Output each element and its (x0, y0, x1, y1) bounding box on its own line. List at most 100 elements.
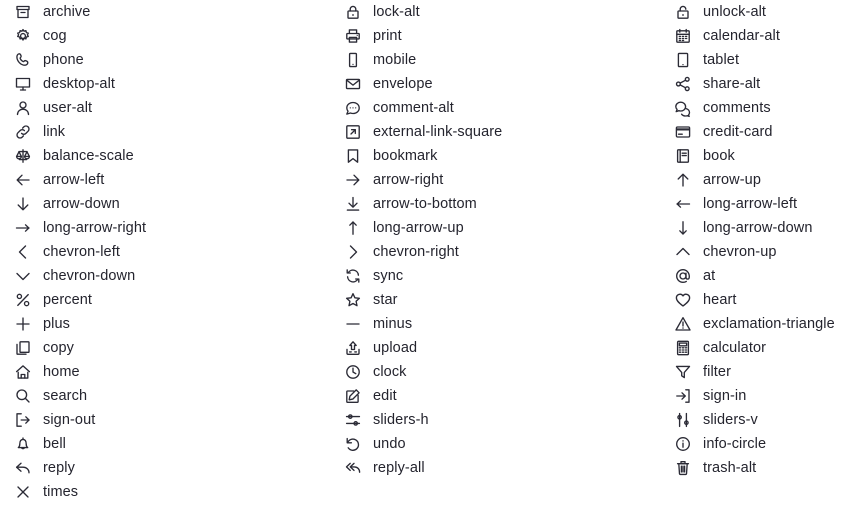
chevron-left-icon (12, 242, 34, 262)
icon-name-label: arrow-right (373, 172, 444, 188)
icon-name-label: sync (373, 268, 404, 284)
icon-name-label: calendar-alt (703, 28, 780, 44)
icon-name-label: arrow-up (703, 172, 762, 188)
icon-column-3: unlock-alt calendar-alt tablet share-alt com… (660, 0, 847, 480)
icon-name-label: comment-alt (373, 100, 454, 116)
icon-row[interactable]: chevron-right (330, 240, 660, 264)
icon-row[interactable]: arrow-up (660, 168, 847, 192)
icon-name-label: chevron-up (703, 244, 777, 260)
icon-row[interactable]: lock-alt (330, 0, 660, 24)
icon-row[interactable]: sign-out (0, 408, 330, 432)
heart-icon (672, 290, 694, 310)
icon-row[interactable]: trash-alt (660, 456, 847, 480)
envelope-icon (342, 74, 364, 94)
icon-row[interactable]: plus (0, 312, 330, 336)
icon-row[interactable]: chevron-up (660, 240, 847, 264)
icon-row[interactable]: undo (330, 432, 660, 456)
icon-row[interactable]: user-alt (0, 96, 330, 120)
icon-row[interactable]: heart (660, 288, 847, 312)
icon-row[interactable]: link (0, 120, 330, 144)
icon-row[interactable]: unlock-alt (660, 0, 847, 24)
icon-row[interactable]: arrow-right (330, 168, 660, 192)
icon-row[interactable]: sliders-v (660, 408, 847, 432)
icon-row[interactable]: book (660, 144, 847, 168)
icon-row[interactable]: at (660, 264, 847, 288)
icon-row[interactable]: sliders-h (330, 408, 660, 432)
icon-row[interactable]: sync (330, 264, 660, 288)
icon-row[interactable]: minus (330, 312, 660, 336)
icon-row[interactable]: credit-card (660, 120, 847, 144)
icon-row[interactable]: reply-all (330, 456, 660, 480)
bookmark-icon (342, 146, 364, 166)
icon-row[interactable]: arrow-down (0, 192, 330, 216)
icon-row[interactable]: long-arrow-down (660, 216, 847, 240)
icon-row[interactable]: chevron-left (0, 240, 330, 264)
icon-row[interactable]: upload (330, 336, 660, 360)
external-link-square-icon (342, 122, 364, 142)
icon-row[interactable]: balance-scale (0, 144, 330, 168)
icon-row[interactable]: share-alt (660, 72, 847, 96)
icon-name-label: heart (703, 292, 737, 308)
icon-row[interactable]: external-link-square (330, 120, 660, 144)
icon-row[interactable]: comments (660, 96, 847, 120)
icon-row[interactable]: mobile (330, 48, 660, 72)
icon-row[interactable]: bookmark (330, 144, 660, 168)
icon-row[interactable]: percent (0, 288, 330, 312)
comment-alt-icon (342, 98, 364, 118)
long-arrow-right-icon (12, 218, 34, 238)
icon-row[interactable]: long-arrow-up (330, 216, 660, 240)
icon-name-label: calculator (703, 340, 767, 356)
long-arrow-up-icon (342, 218, 364, 238)
icon-name-label: external-link-square (373, 124, 503, 140)
icon-name-label: times (43, 484, 79, 500)
icon-row[interactable]: comment-alt (330, 96, 660, 120)
icon-row[interactable]: reply (0, 456, 330, 480)
search-icon (12, 386, 34, 406)
icon-name-label: long-arrow-right (43, 220, 147, 236)
icon-row[interactable]: arrow-left (0, 168, 330, 192)
icon-row[interactable]: sign-in (660, 384, 847, 408)
icon-row[interactable]: times (0, 480, 330, 504)
icon-row[interactable]: exclamation-triangle (660, 312, 847, 336)
icon-row[interactable]: envelope (330, 72, 660, 96)
icon-row[interactable]: filter (660, 360, 847, 384)
icon-name-label: chevron-down (43, 268, 136, 284)
icon-row[interactable]: arrow-to-bottom (330, 192, 660, 216)
icon-name-label: sliders-h (373, 412, 429, 428)
times-icon (12, 482, 34, 502)
icon-name-label: filter (703, 364, 731, 380)
icon-name-label: user-alt (43, 100, 93, 116)
icon-name-label: credit-card (703, 124, 773, 140)
icon-row[interactable]: copy (0, 336, 330, 360)
icon-row[interactable]: home (0, 360, 330, 384)
icon-name-label: arrow-down (43, 196, 120, 212)
icon-row[interactable]: print (330, 24, 660, 48)
sync-icon (342, 266, 364, 286)
icon-row[interactable]: desktop-alt (0, 72, 330, 96)
icon-name-label: long-arrow-up (373, 220, 464, 236)
arrow-right-icon (342, 170, 364, 190)
exclamation-triangle-icon (672, 314, 694, 334)
icon-row[interactable]: info-circle (660, 432, 847, 456)
icon-name-label: share-alt (703, 76, 761, 92)
icon-row[interactable]: clock (330, 360, 660, 384)
phone-icon (12, 50, 34, 70)
desktop-alt-icon (12, 74, 34, 94)
icon-row[interactable]: calculator (660, 336, 847, 360)
icon-row[interactable]: edit (330, 384, 660, 408)
icon-row[interactable]: tablet (660, 48, 847, 72)
icon-row[interactable]: phone (0, 48, 330, 72)
icon-row[interactable]: chevron-down (0, 264, 330, 288)
icon-row[interactable]: archive (0, 0, 330, 24)
icon-row[interactable]: star (330, 288, 660, 312)
icon-row[interactable]: search (0, 384, 330, 408)
icon-name-label: tablet (703, 52, 740, 68)
icon-name-label: phone (43, 52, 84, 68)
icon-row[interactable]: long-arrow-left (660, 192, 847, 216)
icon-row[interactable]: calendar-alt (660, 24, 847, 48)
long-arrow-left-icon (672, 194, 694, 214)
icon-row[interactable]: long-arrow-right (0, 216, 330, 240)
icon-row[interactable]: cog (0, 24, 330, 48)
icon-name-label: sign-in (703, 388, 747, 404)
icon-row[interactable]: bell (0, 432, 330, 456)
